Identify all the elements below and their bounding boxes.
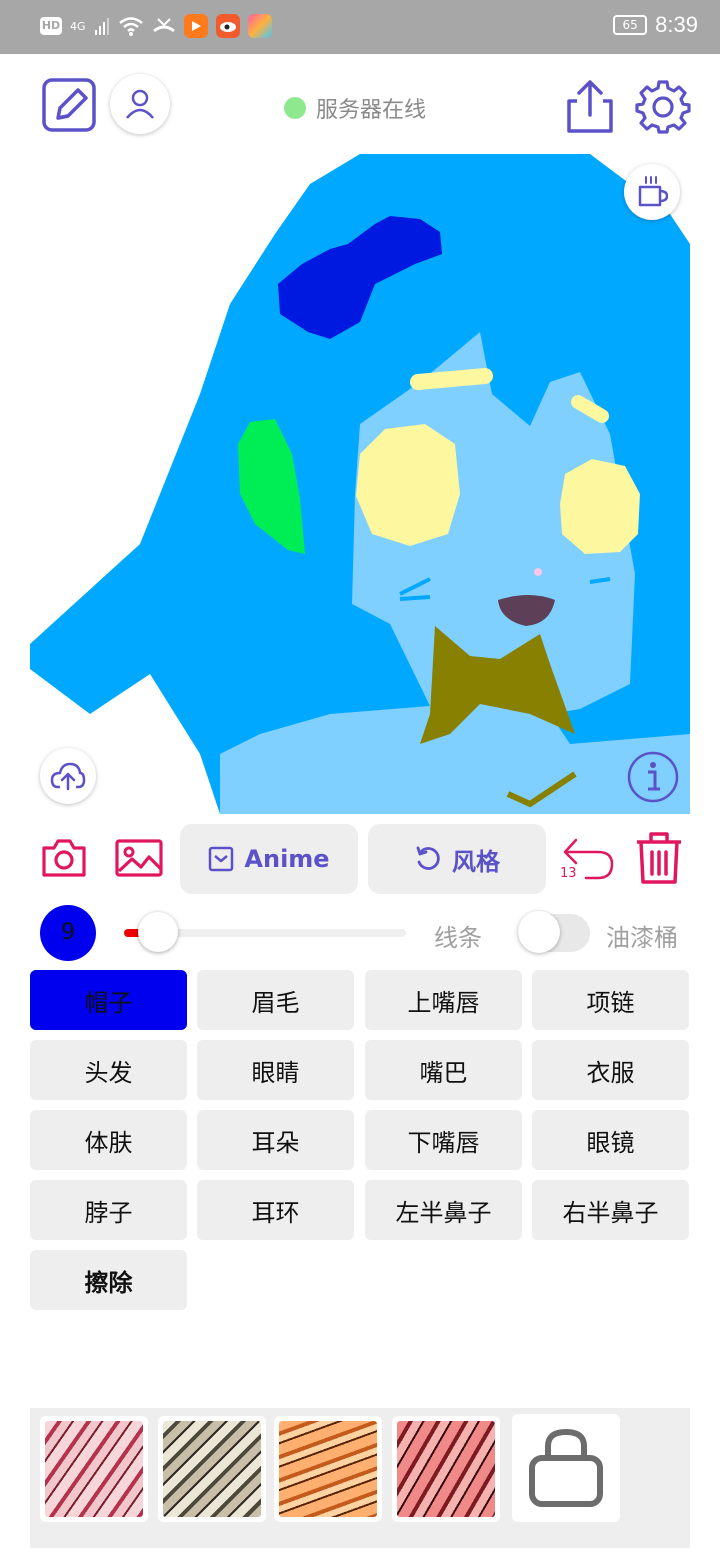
hd-icon: HD [40, 17, 62, 35]
part-chip[interactable]: 嘴巴 [365, 1040, 522, 1100]
coffee-button[interactable] [624, 164, 680, 220]
style-thumbnail[interactable] [274, 1416, 382, 1522]
chip-label: 擦除 [84, 1268, 133, 1297]
part-chip[interactable]: 右半鼻子 [532, 1180, 689, 1240]
server-status-text: 服务器在线 [316, 98, 427, 123]
info-button[interactable] [626, 750, 680, 804]
chip-label: 下嘴唇 [407, 1128, 480, 1157]
eye-right [560, 459, 640, 554]
erase-chip[interactable]: 擦除 [30, 1250, 187, 1310]
brush-size-badge: 9 [40, 905, 96, 961]
missed-call-icon [152, 18, 175, 33]
video-app-icon [183, 14, 208, 38]
edit-button[interactable] [40, 76, 98, 134]
part-chip[interactable]: 下嘴唇 [365, 1110, 522, 1170]
chip-label: 上嘴唇 [407, 988, 480, 1017]
tool-row: Anime 风格 13 [0, 822, 720, 898]
part-chip[interactable]: 眼镜 [532, 1110, 689, 1170]
status-bar: HD 4G 65 8:39 [0, 0, 720, 54]
drawing [30, 154, 690, 814]
mail-box-icon [209, 846, 234, 872]
upload-button[interactable] [40, 748, 96, 804]
part-chip[interactable]: 项链 [532, 970, 689, 1030]
signal-icon [94, 18, 109, 35]
user-icon [126, 89, 154, 119]
chip-label: 头发 [84, 1058, 133, 1087]
info-icon [627, 751, 679, 803]
weibo-app-icon [215, 14, 240, 38]
edit-pen-icon [42, 78, 96, 132]
part-chip[interactable]: 体肤 [30, 1110, 187, 1170]
drawing-canvas[interactable] [30, 154, 690, 814]
network-type: 4G [70, 19, 86, 33]
coffee-cup-icon [638, 176, 668, 207]
wifi-icon [118, 17, 143, 36]
style-label: 风格 [452, 847, 500, 876]
gear-icon [635, 80, 691, 134]
anime-button[interactable]: Anime [180, 824, 358, 894]
clock: 8:39 [655, 12, 698, 37]
share-button[interactable] [564, 78, 616, 134]
style-thumbnail[interactable] [392, 1416, 500, 1522]
image-icon [115, 839, 163, 877]
style-button[interactable]: 风格 [368, 824, 546, 894]
part-chip[interactable]: 左半鼻子 [365, 1180, 522, 1240]
chip-label: 项链 [586, 988, 635, 1017]
camera-icon [42, 839, 86, 877]
battery-icon: 65 [613, 15, 648, 35]
style-tray [30, 1408, 690, 1548]
top-bar: 服务器在线 [0, 54, 720, 154]
eyebrow-left [410, 368, 493, 390]
paint-app-icon [247, 14, 272, 38]
part-chip[interactable]: 耳环 [197, 1180, 354, 1240]
part-chip[interactable]: 帽子 [30, 970, 187, 1030]
style-thumbnail[interactable] [40, 1416, 148, 1522]
chip-label: 体肤 [84, 1128, 133, 1157]
chip-label: 眉毛 [251, 988, 300, 1017]
chip-label: 右半鼻子 [562, 1198, 659, 1227]
chip-label: 脖子 [84, 1198, 133, 1227]
anime-label: Anime [244, 845, 330, 873]
chip-label: 衣服 [586, 1058, 635, 1087]
chip-label: 帽子 [84, 988, 133, 1017]
share-icon [567, 80, 613, 133]
cloud-upload-icon [50, 762, 86, 791]
chip-label: 嘴巴 [419, 1058, 468, 1087]
style-thumbnail[interactable] [158, 1416, 266, 1522]
part-chip[interactable]: 头发 [30, 1040, 187, 1100]
gallery-button[interactable] [114, 838, 164, 878]
undo-count: 13 [560, 866, 577, 881]
part-chip[interactable]: 衣服 [532, 1040, 689, 1100]
part-chip[interactable]: 耳朵 [197, 1110, 354, 1170]
delete-button[interactable] [632, 830, 686, 886]
status-dot [284, 97, 306, 119]
brush-row: 9 线条 油漆桶 [0, 900, 720, 966]
nose-dot [534, 568, 542, 576]
chip-label: 左半鼻子 [395, 1198, 492, 1227]
profile-button[interactable] [110, 74, 170, 134]
chip-label: 耳环 [251, 1198, 300, 1227]
chip-label: 眼镜 [586, 1128, 635, 1157]
bucket-label: 油漆桶 [606, 924, 678, 952]
slider-thumb[interactable] [137, 912, 178, 952]
settings-button[interactable] [634, 78, 692, 134]
part-chip[interactable]: 脖子 [30, 1180, 187, 1240]
bucket-toggle-thumb[interactable] [518, 911, 560, 953]
chip-label: 耳朵 [251, 1128, 300, 1157]
part-chip[interactable]: 眼睛 [197, 1040, 354, 1100]
trash-icon [637, 832, 681, 884]
bag-icon [529, 1428, 603, 1507]
chip-label: 眼睛 [251, 1058, 300, 1087]
shop-button[interactable] [512, 1414, 620, 1522]
part-chip[interactable]: 上嘴唇 [365, 970, 522, 1030]
line-label: 线条 [434, 924, 482, 952]
part-chip[interactable]: 眉毛 [197, 970, 354, 1030]
server-status: 服务器在线 [284, 92, 426, 124]
camera-button[interactable] [40, 836, 88, 880]
rotate-icon [416, 846, 440, 870]
